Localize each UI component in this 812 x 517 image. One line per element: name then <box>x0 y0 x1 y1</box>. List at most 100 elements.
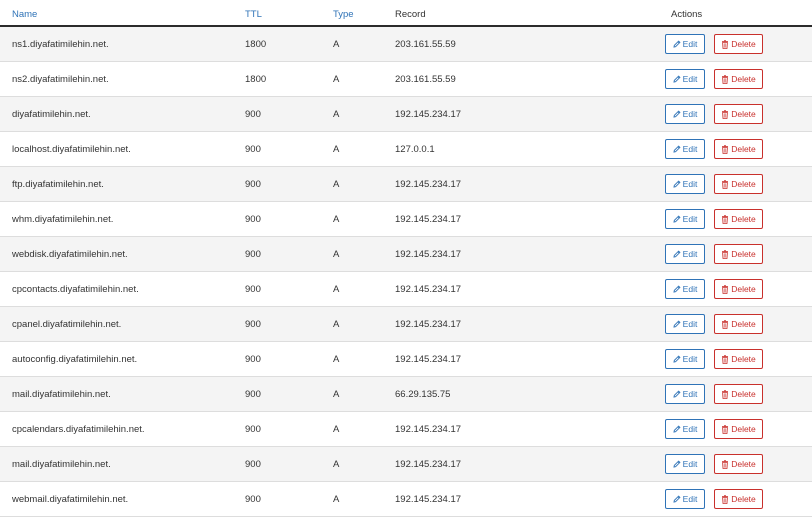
delete-button[interactable]: Delete <box>714 174 763 194</box>
trash-icon <box>721 389 729 399</box>
edit-button[interactable]: Edit <box>665 34 705 54</box>
record-type: A <box>333 494 340 505</box>
edit-button-label: Edit <box>682 74 698 84</box>
record-value: 192.145.234.17 <box>395 284 462 295</box>
table-row: ftp.diyafatimilehin.net. 900 A 192.145.234.… <box>0 167 812 202</box>
record-value: 192.145.234.17 <box>395 494 462 505</box>
column-header-ttl[interactable]: TTL <box>245 9 262 21</box>
delete-button-label: Delete <box>731 284 756 294</box>
record-ttl: 1800 <box>245 74 267 85</box>
pencil-icon <box>673 460 681 468</box>
record-name: ftp.diyafatimilehin.net. <box>12 179 104 190</box>
record-ttl: 900 <box>245 459 261 470</box>
trash-icon <box>721 144 729 154</box>
delete-button[interactable]: Delete <box>714 349 763 369</box>
delete-button[interactable]: Delete <box>714 314 763 334</box>
record-type: A <box>333 214 340 225</box>
delete-button[interactable]: Delete <box>714 34 763 54</box>
edit-button-label: Edit <box>682 319 698 329</box>
record-ttl: 900 <box>245 144 261 155</box>
column-header-name[interactable]: Name <box>12 9 37 21</box>
table-row: webdisk.diyafatimilehin.net. 900 A 192.145.… <box>0 237 812 272</box>
record-name: mail.diyafatimilehin.net. <box>12 389 111 400</box>
pencil-icon <box>673 75 681 83</box>
table-row: cpcontacts.diyafatimilehin.net. 900 A 192.1… <box>0 272 812 307</box>
record-value: 192.145.234.17 <box>395 214 462 225</box>
delete-button-label: Delete <box>731 424 756 434</box>
trash-icon <box>721 494 729 504</box>
delete-button[interactable]: Delete <box>714 69 763 89</box>
edit-button[interactable]: Edit <box>665 384 705 404</box>
edit-button[interactable]: Edit <box>665 349 705 369</box>
table-row: ns1.diyafatimilehin.net. 1800 A 203.161.55.… <box>0 27 812 62</box>
column-header-actions: Actions <box>671 9 703 20</box>
table-row: diyafatimilehin.net. 900 A 192.145.234.17 Ed… <box>0 97 812 132</box>
pencil-icon <box>673 250 681 258</box>
pencil-icon <box>673 145 681 153</box>
record-value: 203.161.55.59 <box>395 39 456 50</box>
column-header-type[interactable]: Type <box>333 9 354 21</box>
delete-button[interactable]: Delete <box>714 244 763 264</box>
delete-button[interactable]: Delete <box>714 279 763 299</box>
pencil-icon <box>673 215 681 223</box>
delete-button[interactable]: Delete <box>714 104 763 124</box>
edit-button[interactable]: Edit <box>665 314 705 334</box>
table-header: Name TTL Type Record Actions <box>0 0 812 27</box>
edit-button-label: Edit <box>682 354 698 364</box>
delete-button[interactable]: Delete <box>714 209 763 229</box>
record-ttl: 900 <box>245 319 261 330</box>
record-value: 66.29.135.75 <box>395 389 451 400</box>
edit-button[interactable]: Edit <box>665 69 705 89</box>
pencil-icon <box>673 40 681 48</box>
record-value: 192.145.234.17 <box>395 459 462 470</box>
delete-button[interactable]: Delete <box>714 419 763 439</box>
edit-button[interactable]: Edit <box>665 454 705 474</box>
record-name: localhost.diyafatimilehin.net. <box>12 144 131 155</box>
delete-button[interactable]: Delete <box>714 139 763 159</box>
edit-button-label: Edit <box>682 389 698 399</box>
record-name: ns2.diyafatimilehin.net. <box>12 74 109 85</box>
edit-button[interactable]: Edit <box>665 244 705 264</box>
pencil-icon <box>673 285 681 293</box>
delete-button-label: Delete <box>731 389 756 399</box>
delete-button[interactable]: Delete <box>714 384 763 404</box>
edit-button-label: Edit <box>682 214 698 224</box>
edit-button-label: Edit <box>682 39 698 49</box>
edit-button[interactable]: Edit <box>665 489 705 509</box>
table-row: autoconfig.diyafatimilehin.net. 900 A 192.1… <box>0 342 812 377</box>
edit-button[interactable]: Edit <box>665 174 705 194</box>
record-name: cpcontacts.diyafatimilehin.net. <box>12 284 139 295</box>
delete-button-label: Delete <box>731 74 756 84</box>
record-name: mail.diyafatimilehin.net. <box>12 459 111 470</box>
edit-button-label: Edit <box>682 179 698 189</box>
edit-button[interactable]: Edit <box>665 209 705 229</box>
trash-icon <box>721 74 729 84</box>
table-row: cpcalendars.diyafatimilehin.net. 900 A 192.… <box>0 412 812 447</box>
edit-button-label: Edit <box>682 494 698 504</box>
edit-button[interactable]: Edit <box>665 139 705 159</box>
trash-icon <box>721 284 729 294</box>
delete-button-label: Delete <box>731 39 756 49</box>
edit-button[interactable]: Edit <box>665 419 705 439</box>
edit-button-label: Edit <box>682 249 698 259</box>
record-type: A <box>333 284 340 295</box>
record-name: webdisk.diyafatimilehin.net. <box>12 249 128 260</box>
record-name: autoconfig.diyafatimilehin.net. <box>12 354 138 365</box>
table-row: ns2.diyafatimilehin.net. 1800 A 203.161.55.… <box>0 62 812 97</box>
record-value: 203.161.55.59 <box>395 74 456 85</box>
record-ttl: 900 <box>245 354 261 365</box>
pencil-icon <box>673 320 681 328</box>
record-ttl: 900 <box>245 494 261 505</box>
trash-icon <box>721 179 729 189</box>
record-name: diyafatimilehin.net. <box>12 109 91 120</box>
record-name: webmail.diyafatimilehin.net. <box>12 494 129 505</box>
delete-button[interactable]: Delete <box>714 454 763 474</box>
record-ttl: 1800 <box>245 39 267 50</box>
edit-button[interactable]: Edit <box>665 279 705 299</box>
delete-button-label: Delete <box>731 354 756 364</box>
record-type: A <box>333 39 340 50</box>
record-value: 192.145.234.17 <box>395 109 462 120</box>
delete-button[interactable]: Delete <box>714 489 763 509</box>
trash-icon <box>721 354 729 364</box>
edit-button[interactable]: Edit <box>665 104 705 124</box>
